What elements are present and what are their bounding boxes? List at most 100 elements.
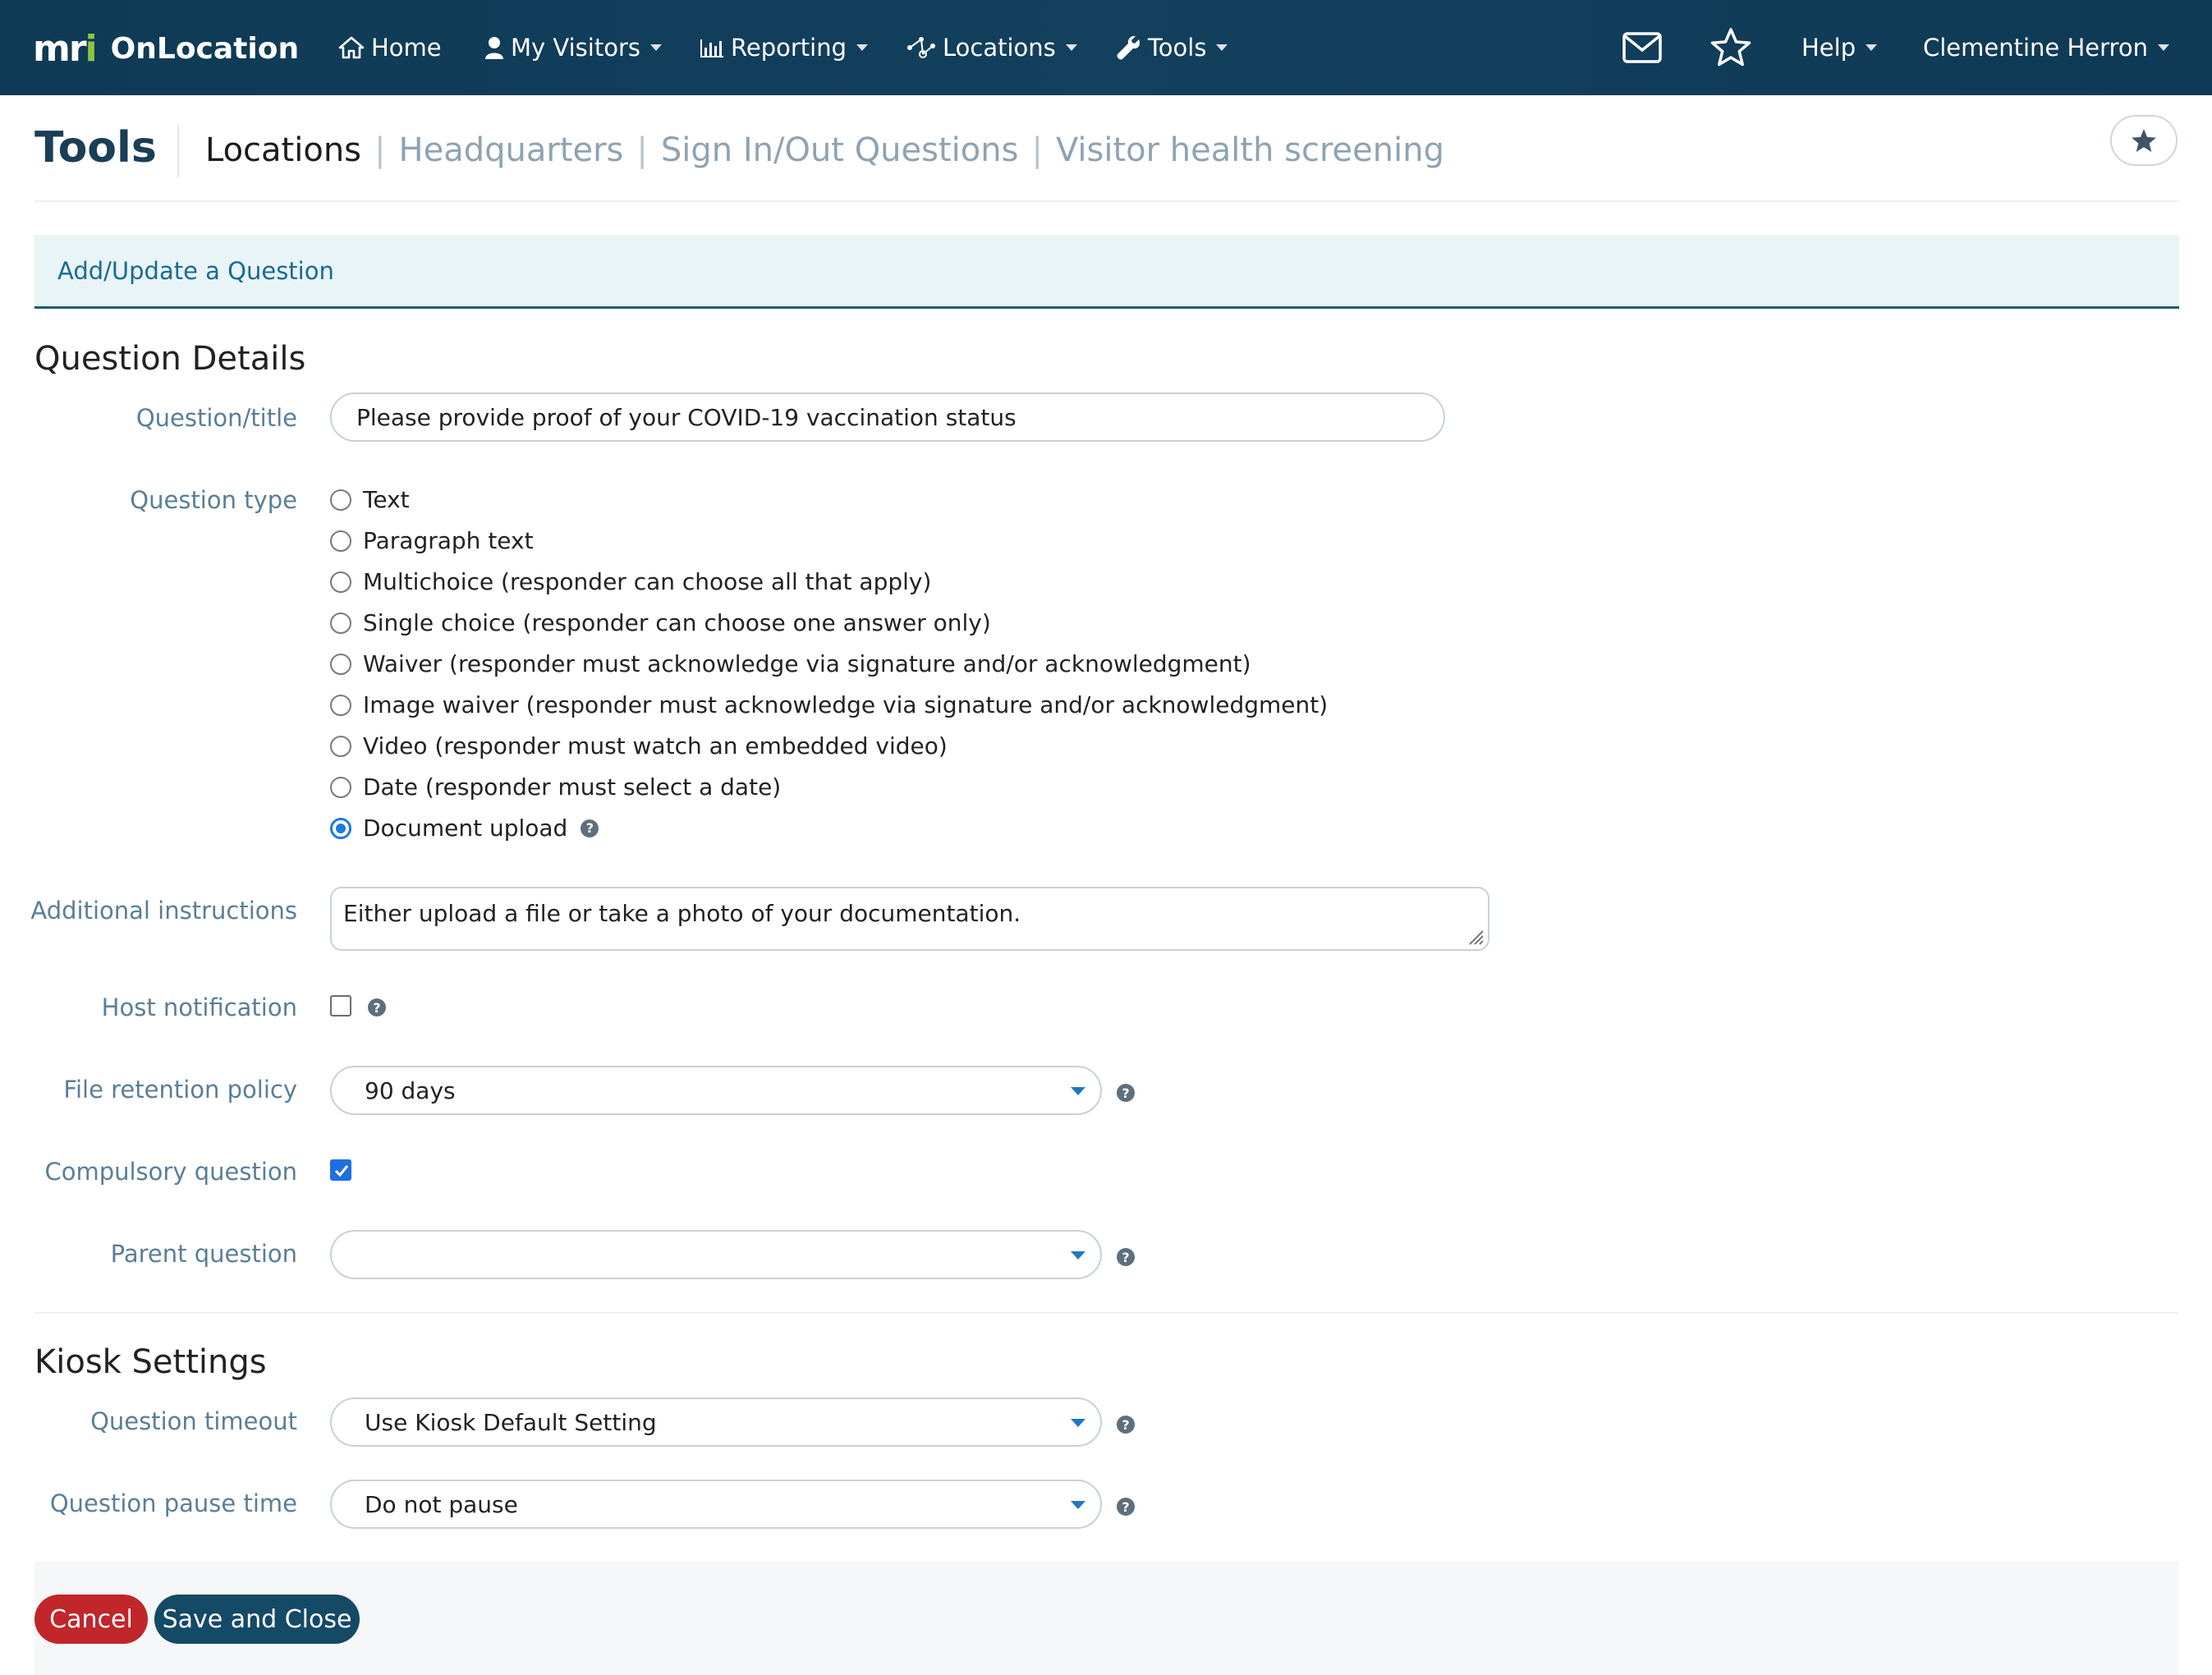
question-pause-time-label: Question pause time	[49, 1489, 297, 1517]
option-label: Single choice (responder can choose one …	[363, 609, 991, 636]
help-icon[interactable]: ?	[1117, 1084, 1135, 1102]
question-type-option-image-waiver[interactable]: Image waiver (responder must acknowledge…	[330, 691, 1328, 718]
file-retention-value: 90 days	[365, 1076, 456, 1104]
radio-button-selected[interactable]	[330, 817, 351, 839]
additional-instructions-textarea[interactable]: Either upload a file or take a photo of …	[330, 887, 1489, 951]
option-label: Date (responder must select a date)	[363, 773, 782, 801]
question-title-label: Question/title	[135, 404, 297, 432]
favorite-button[interactable]	[2110, 115, 2178, 166]
radio-button[interactable]	[330, 776, 351, 798]
help-icon[interactable]: ?	[1117, 1248, 1135, 1266]
compulsory-question-checkbox[interactable]	[330, 1159, 351, 1181]
question-timeout-label: Question timeout	[90, 1407, 297, 1435]
chevron-down-icon	[1071, 1251, 1085, 1260]
bar-chart-icon	[700, 38, 724, 57]
question-type-label: Question type	[130, 486, 297, 514]
radio-button[interactable]	[330, 612, 351, 634]
nav-help-label: Help	[1801, 34, 1856, 62]
panel-heading: Add/Update a Question	[34, 235, 2179, 309]
nav-user-menu[interactable]: Clementine Herron	[1923, 28, 2169, 67]
breadcrumb: Locations | Headquarters | Sign In/Out Q…	[205, 131, 1444, 169]
nav-locations-label: Locations	[943, 34, 1056, 62]
chevron-down-icon	[2157, 44, 2169, 51]
help-icon[interactable]: ?	[1117, 1416, 1135, 1434]
nav-locations[interactable]: Locations	[906, 28, 1077, 67]
checkmark-icon	[334, 1165, 349, 1177]
brand-logo-main: mr	[33, 27, 87, 70]
nav-reporting[interactable]: Reporting	[700, 28, 868, 67]
breadcrumb-separator: |	[636, 131, 648, 169]
breadcrumb-link-visitor-health-screening[interactable]: Visitor health screening	[1056, 131, 1444, 169]
question-type-option-video[interactable]: Video (responder must watch an embedded …	[330, 732, 948, 759]
chevron-down-icon	[1071, 1419, 1085, 1427]
option-label: Multichoice (responder can choose all th…	[363, 568, 932, 595]
option-label: Waiver (responder must acknowledge via s…	[363, 650, 1251, 677]
question-timeout-value: Use Kiosk Default Setting	[365, 1408, 657, 1436]
radio-button[interactable]	[330, 735, 351, 757]
chevron-down-icon	[1065, 44, 1077, 51]
host-notification-checkbox[interactable]	[330, 995, 351, 1016]
question-type-option-multichoice[interactable]: Multichoice (responder can choose all th…	[330, 568, 931, 595]
additional-instructions-value: Either upload a file or take a photo of …	[343, 900, 1021, 927]
breadcrumb-separator: |	[1031, 131, 1043, 169]
breadcrumb-current: Locations	[205, 131, 362, 169]
breadcrumb-separator: |	[374, 131, 386, 169]
question-timeout-select[interactable]: Use Kiosk Default Setting	[330, 1397, 1102, 1447]
question-title-value: Please provide proof of your COVID-19 va…	[356, 403, 1017, 431]
radio-button[interactable]	[330, 489, 351, 511]
question-title-input[interactable]: Please provide proof of your COVID-19 va…	[330, 392, 1445, 442]
nav-help[interactable]: Help	[1801, 28, 1878, 67]
nav-home-label: Home	[371, 34, 442, 62]
nav-my-visitors-label: My Visitors	[511, 34, 640, 62]
mail-icon[interactable]	[1618, 25, 1667, 71]
radio-button[interactable]	[330, 653, 351, 675]
radio-button[interactable]	[330, 530, 351, 552]
star-icon[interactable]	[1706, 25, 1755, 71]
cancel-button[interactable]: Cancel	[34, 1595, 148, 1644]
question-type-option-text[interactable]: Text	[330, 486, 410, 513]
option-label: Video (responder must watch an embedded …	[363, 732, 948, 759]
chevron-down-icon	[1216, 44, 1228, 51]
brand[interactable]: mri OnLocation	[33, 26, 299, 71]
nav-reporting-label: Reporting	[731, 34, 847, 62]
question-type-option-single-choice[interactable]: Single choice (responder can choose one …	[330, 609, 991, 636]
nav-home[interactable]: Home	[338, 28, 442, 67]
file-retention-select[interactable]: 90 days	[330, 1066, 1102, 1115]
question-pause-time-select[interactable]: Do not pause	[330, 1480, 1102, 1529]
help-icon[interactable]: ?	[581, 819, 599, 838]
question-type-option-paragraph[interactable]: Paragraph text	[330, 527, 534, 554]
nav-tools[interactable]: Tools	[1117, 28, 1228, 67]
question-type-option-document-upload[interactable]: Document upload ?	[330, 815, 599, 842]
option-label: Document upload	[363, 815, 568, 842]
page-title: Tools	[34, 123, 157, 172]
radio-button[interactable]	[330, 571, 351, 593]
additional-instructions-label: Additional instructions	[30, 897, 297, 925]
breadcrumb-link-headquarters[interactable]: Headquarters	[399, 131, 624, 169]
help-icon[interactable]: ?	[1117, 1498, 1135, 1516]
parent-question-label: Parent question	[110, 1240, 297, 1268]
help-icon[interactable]: ?	[368, 998, 386, 1016]
wrench-icon	[1117, 35, 1141, 60]
nav-my-visitors[interactable]: My Visitors	[484, 28, 662, 67]
host-notification-label: Host notification	[101, 994, 297, 1021]
radio-button[interactable]	[330, 694, 351, 716]
compulsory-question-label: Compulsory question	[44, 1158, 297, 1186]
question-details-title: Question Details	[34, 340, 306, 378]
question-type-option-waiver[interactable]: Waiver (responder must acknowledge via s…	[330, 650, 1251, 677]
resize-grip-icon[interactable]	[1466, 928, 1485, 946]
parent-question-select[interactable]	[330, 1230, 1102, 1279]
user-name: Clementine Herron	[1923, 34, 2148, 62]
brand-name: OnLocation	[110, 31, 300, 66]
chevron-down-icon	[1071, 1087, 1085, 1095]
title-divider	[177, 125, 179, 177]
breadcrumb-link-sign-in-out-questions[interactable]: Sign In/Out Questions	[661, 131, 1019, 169]
file-retention-label: File retention policy	[63, 1076, 297, 1104]
top-navbar: mri OnLocation Home My Visitors Reportin…	[0, 0, 2212, 95]
save-and-close-button[interactable]: Save and Close	[154, 1595, 360, 1644]
question-type-option-date[interactable]: Date (responder must select a date)	[330, 773, 781, 801]
option-label: Text	[363, 486, 410, 513]
star-icon	[2132, 129, 2156, 152]
chevron-down-icon	[1866, 44, 1878, 51]
user-icon	[484, 36, 504, 59]
kiosk-settings-title: Kiosk Settings	[34, 1343, 267, 1381]
